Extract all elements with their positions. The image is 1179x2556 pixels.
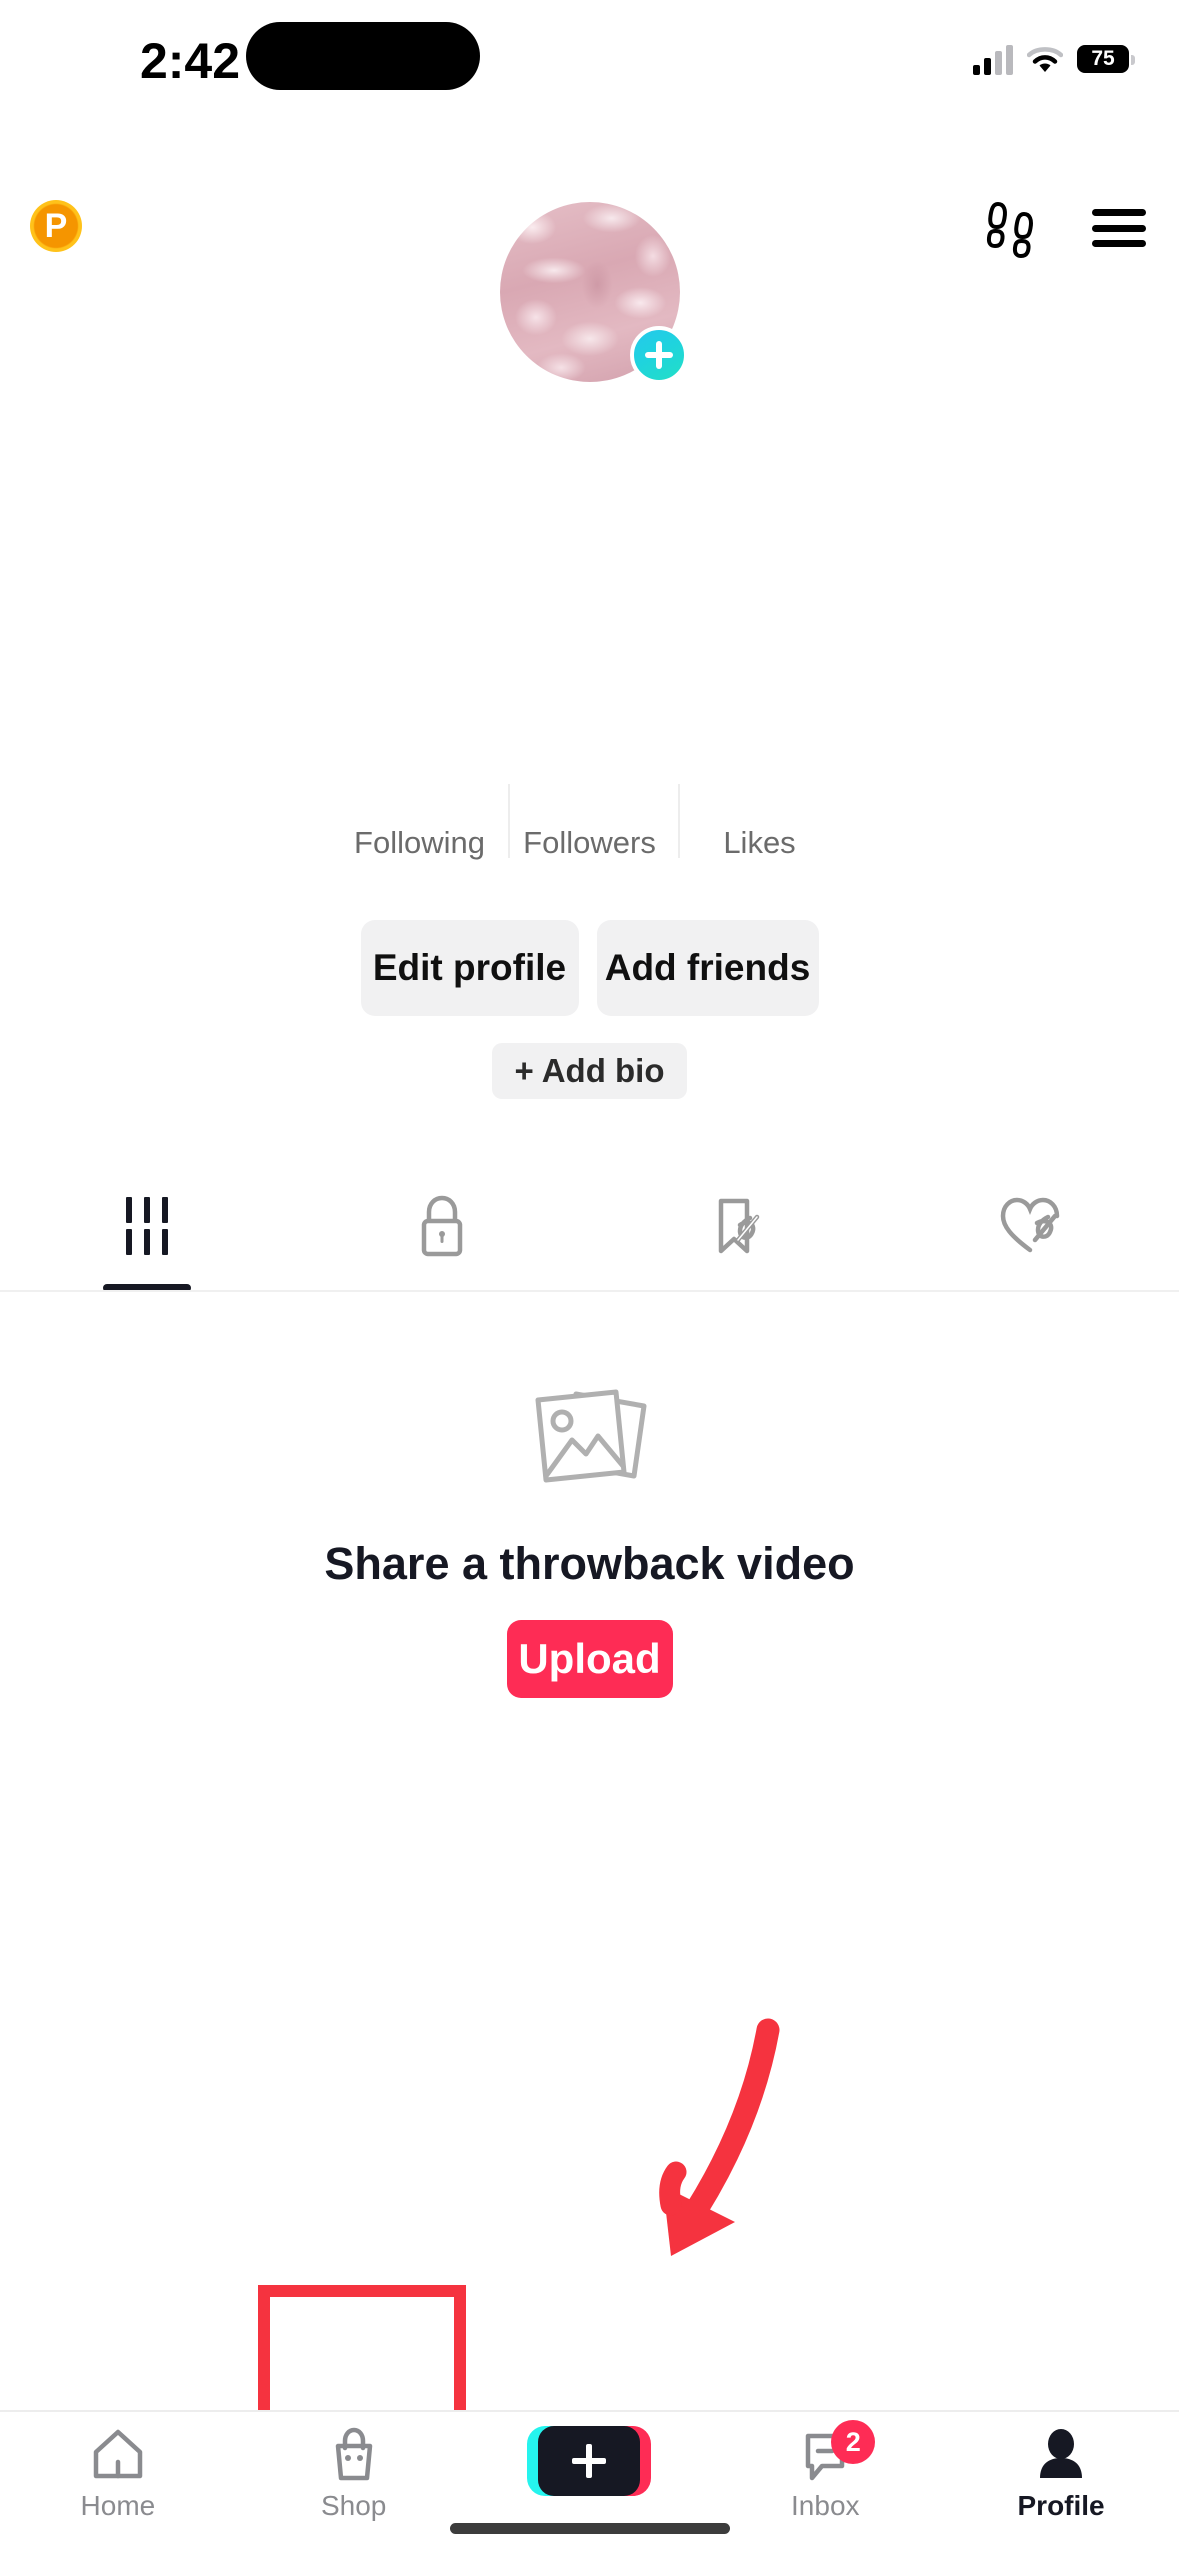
stat-following[interactable]: Following [335,770,510,864]
empty-state-title: Share a throwback video [324,1538,855,1589]
heart-slash-icon [997,1193,1067,1259]
home-indicator [449,2523,730,2534]
stat-followers[interactable]: Followers [505,770,680,864]
photo-stack-icon [520,1380,660,1504]
hamburger-menu-icon[interactable] [1087,196,1151,260]
nav-item-home[interactable]: Home [28,2426,208,2522]
profile-content-tabs [0,1160,1179,1292]
tab-private[interactable] [295,1160,590,1292]
status-bar: 2:42 75 [0,0,1179,130]
lock-icon [411,1193,473,1259]
nav-item-shop-label: Shop [320,2490,387,2521]
top-bar-actions [979,196,1151,260]
tab-videos[interactable] [0,1160,295,1292]
nav-item-inbox-label: Inbox [791,2490,860,2521]
status-bar-indicators: 75 [973,38,1135,82]
profile-stats: Following Followers Likes [0,770,1179,864]
wifi-icon [1027,46,1063,74]
nav-item-profile-label: Profile [1017,2490,1105,2521]
shopping-bag-icon [326,2426,382,2484]
stat-following-label: Following [354,825,485,860]
nav-item-profile[interactable]: Profile [971,2426,1151,2522]
home-icon [88,2426,148,2484]
stat-likes[interactable]: Likes [675,770,845,864]
stat-likes-label: Likes [723,825,796,860]
inbox-unread-badge: 2 [831,2420,876,2464]
tiktok-profile-screen: 2:42 75 P Following Followers Likes Edit… [0,0,1179,2556]
empty-state: Share a throwback video Upload [0,1380,1179,1698]
add-bio-row: + Add bio [0,1043,1179,1099]
bookmark-slash-icon [704,1193,770,1259]
nav-item-home-label: Home [80,2490,156,2521]
create-plus-icon[interactable] [527,2426,652,2496]
battery-level-label: 75 [1091,47,1115,70]
battery-icon: 75 [1077,45,1135,75]
dynamic-island [246,22,480,90]
add-bio-button[interactable]: + Add bio [492,1043,687,1099]
profile-action-buttons: Edit profile Add friends [0,920,1179,1016]
tab-reposts[interactable] [590,1160,885,1292]
nav-item-create[interactable] [499,2426,679,2502]
footprints-icon[interactable] [979,196,1043,260]
profile-username [0,650,1179,706]
edit-profile-button[interactable]: Edit profile [360,920,579,1016]
bottom-navigation-bar: Home Shop 2 Inbox Profile [0,2410,1179,2556]
person-icon [1032,2426,1090,2484]
nav-item-shop[interactable]: Shop [264,2426,444,2522]
avatar[interactable] [499,202,688,384]
tabs-separator [0,1290,1179,1292]
stat-followers-label: Followers [523,825,656,860]
cellular-signal-icon [973,45,1013,75]
stat-followers-value [505,770,675,822]
grid-icon [114,1197,180,1255]
stat-likes-value [675,770,845,822]
add-story-plus-icon[interactable] [629,326,688,384]
tab-liked[interactable] [884,1160,1179,1292]
upload-button[interactable]: Upload [506,1620,673,1698]
coin-badge-label: P [44,207,68,245]
coin-badge[interactable]: P [30,200,82,252]
add-friends-button[interactable]: Add friends [596,920,819,1016]
nav-item-inbox[interactable]: 2 Inbox [735,2420,915,2522]
stat-following-value [335,770,505,822]
